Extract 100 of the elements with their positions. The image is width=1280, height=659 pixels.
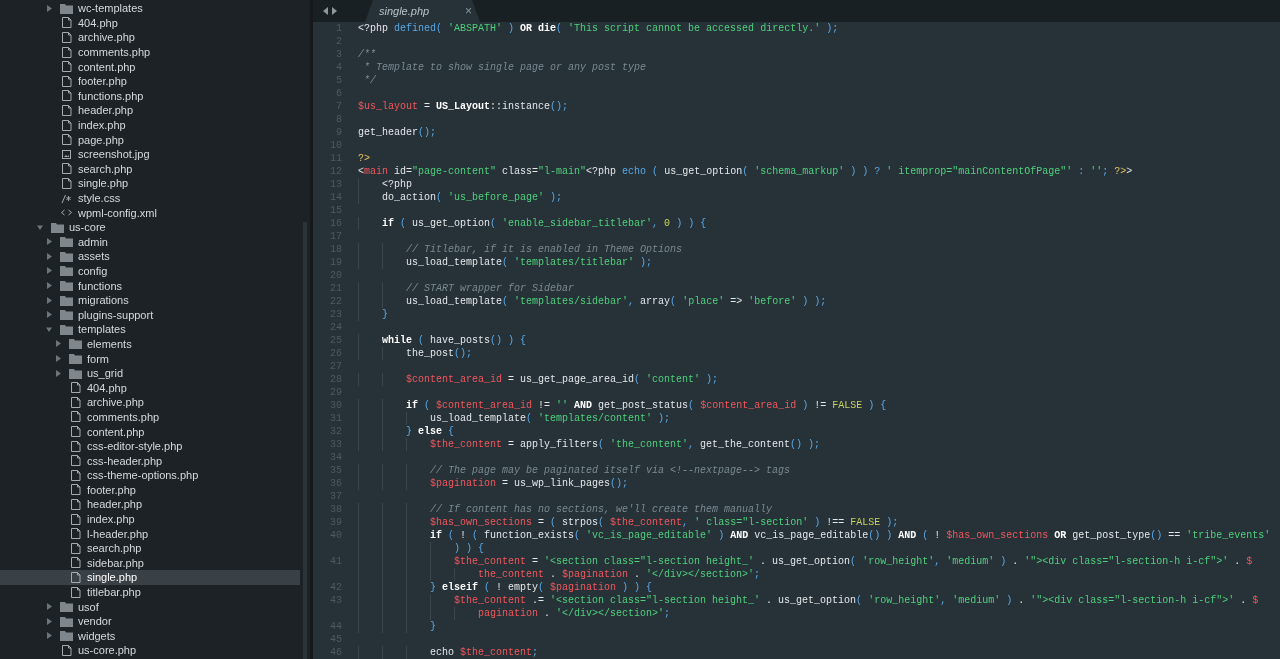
folder-icon (69, 338, 82, 350)
tree-item[interactable]: elements (0, 336, 300, 352)
tree-item[interactable]: content.php (0, 59, 300, 74)
folder-icon (60, 280, 73, 292)
caret-right-icon[interactable] (46, 267, 52, 275)
tree-item[interactable]: us-core.php (0, 643, 300, 658)
tree-item[interactable]: page.php (0, 132, 300, 147)
tree-item[interactable]: plugins-support (0, 307, 300, 323)
code-line: $the_content = '<section class="l-section height_' . us_get_option( 'row_height', 'medium' ) . '"><div class="l-section-h i-cf">' . $ (453, 555, 1253, 568)
left-arrow-icon[interactable] (323, 7, 328, 15)
code-line: $has_own_sections = ( strpos( $the_content, ' class="l-section' ) !== FALSE ); (429, 516, 899, 529)
tree-item[interactable]: search.php (0, 540, 300, 556)
caret-right-icon[interactable] (46, 282, 52, 290)
file-icon (69, 499, 82, 510)
tree-item[interactable]: 404.php (0, 15, 300, 31)
tree-item[interactable]: header.php (0, 497, 300, 512)
tree-item[interactable]: vendor (0, 613, 300, 629)
caret-down-icon[interactable] (37, 223, 43, 231)
tree-item[interactable]: assets (0, 249, 300, 264)
file-icon (69, 557, 82, 569)
tree-item[interactable]: footer.php (0, 73, 300, 89)
tree-item[interactable]: sidebar.php (0, 555, 300, 571)
code-line: // Titlebar, if it is enabled in Theme Options (405, 243, 683, 256)
editor-tab[interactable]: single.php × (365, 0, 480, 22)
caret-right-icon[interactable] (46, 632, 52, 640)
tree-item[interactable]: style.css (0, 190, 300, 206)
folder-icon (69, 367, 82, 379)
code-line: ) ) { (453, 542, 485, 555)
code-line: us_load_template( 'templates/content' ); (429, 412, 671, 425)
image-icon (60, 148, 73, 160)
tree-item[interactable]: archive.php (0, 395, 300, 410)
tree-item[interactable]: functions.php (0, 88, 300, 104)
file-icon (60, 177, 73, 189)
right-arrow-icon[interactable] (332, 7, 337, 15)
tree-item[interactable]: form (0, 351, 300, 366)
folder-icon (60, 2, 73, 14)
caret-right-icon[interactable] (46, 4, 52, 12)
tree-item[interactable]: css-editor-style.php (0, 438, 300, 454)
code-line: do_action( 'us_before_page' ); (381, 191, 563, 204)
caret-right-icon[interactable] (46, 311, 52, 319)
caret-right-icon[interactable] (46, 238, 52, 246)
file-icon (69, 571, 82, 583)
tree-item[interactable]: single.php (0, 570, 300, 585)
code-line: <?php defined( 'ABSPATH' ) OR die( 'This script cannot be accessed directly.' ); (358, 22, 839, 35)
tree-item[interactable]: us_grid (0, 365, 300, 381)
file-icon (69, 382, 82, 394)
caret-right-icon[interactable] (46, 252, 52, 260)
tree-item[interactable]: usof (0, 599, 300, 614)
tree-item[interactable]: screenshot.jpg (0, 146, 300, 162)
code-line: } elseif ( ! empty( $pagination ) ) { (429, 581, 653, 594)
code-line: // The page may be paginated itself via <!--nextpage--> tags (429, 464, 791, 477)
tree-item[interactable]: admin (0, 234, 300, 250)
tree-item[interactable]: content.php (0, 424, 300, 439)
code-line: ?> (358, 152, 370, 165)
tree-item[interactable]: templates (0, 322, 300, 337)
tree-item[interactable]: widgets (0, 628, 300, 644)
file-icon (69, 426, 82, 437)
tree-item[interactable]: l-header.php (0, 526, 300, 541)
folder-icon (51, 221, 64, 233)
caret-right-icon[interactable] (46, 296, 52, 304)
tree-item[interactable]: search.php (0, 161, 300, 177)
caret-right-icon[interactable] (46, 603, 52, 611)
code-line: $the_content .= '<section class="l-section height_' . us_get_option( 'row_height', 'medium' ) . '"><div class="l-section-h i-cf">' . $ (453, 594, 1259, 607)
code-line: /** (358, 48, 376, 61)
tree-item[interactable]: archive.php (0, 30, 300, 45)
tree-item[interactable]: 404.php (0, 380, 300, 396)
tree-item[interactable]: wc-templates (0, 1, 300, 16)
tree-item[interactable]: functions (0, 278, 300, 293)
tree-item[interactable]: config (0, 263, 300, 279)
tree-item[interactable]: migrations (0, 292, 300, 308)
code-line: */ (363, 74, 376, 87)
folder-icon (60, 294, 73, 306)
caret-down-icon[interactable] (46, 325, 52, 333)
tree-item[interactable]: comments.php (0, 44, 300, 60)
caret-right-icon[interactable] (55, 355, 61, 363)
tree-item[interactable]: header.php (0, 103, 300, 118)
tree-item[interactable]: comments.php (0, 409, 300, 425)
file-icon (69, 411, 82, 423)
tree-item[interactable]: css-header.php (0, 453, 300, 468)
file-icon (60, 163, 73, 175)
tree-item[interactable]: titlebar.php (0, 584, 300, 600)
tree-item[interactable]: single.php (0, 176, 300, 191)
caret-right-icon[interactable] (55, 369, 61, 377)
file-icon (60, 75, 73, 87)
file-icon (69, 484, 82, 496)
caret-right-icon[interactable] (46, 617, 52, 625)
tree-item[interactable]: css-theme-options.php (0, 468, 300, 483)
tree-item[interactable]: footer.php (0, 482, 300, 498)
file-icon (60, 17, 73, 29)
code-line: the_post(); (405, 347, 473, 360)
code-line: // If content has no sections, we'll create them manually (429, 503, 773, 516)
tree-item[interactable]: index.php (0, 511, 300, 527)
close-icon[interactable]: × (465, 4, 472, 18)
code-line: } (381, 308, 388, 321)
tree-item[interactable]: wpml-config.xml (0, 205, 300, 220)
tree-item[interactable]: index.php (0, 117, 300, 133)
code-line: } (429, 620, 436, 633)
tree-item[interactable]: us-core (0, 219, 300, 235)
caret-right-icon[interactable] (55, 340, 61, 348)
comment-slash-icon (60, 192, 73, 204)
